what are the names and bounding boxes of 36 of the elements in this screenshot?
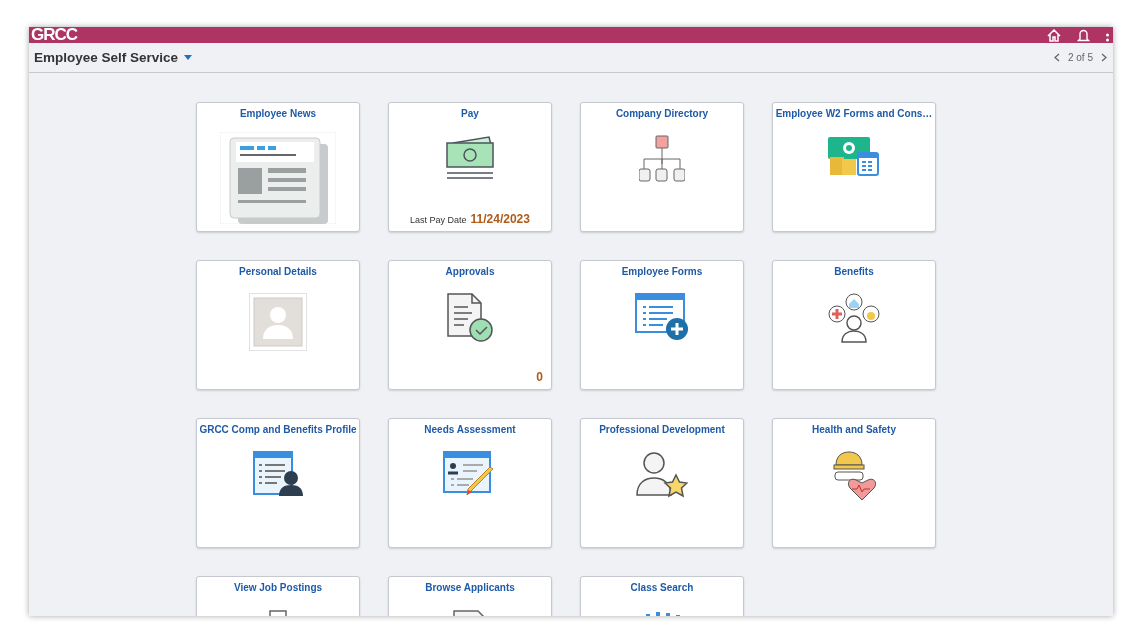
tile-title: Pay (461, 108, 479, 119)
last-pay-label: Last Pay Date (410, 215, 467, 225)
tile[interactable]: Needs Assessment (388, 418, 552, 548)
tile[interactable]: Professional Development (580, 418, 744, 548)
tile[interactable]: Employee News (196, 102, 360, 232)
tile-title: Company Directory (615, 108, 709, 119)
approval-count: 0 (536, 370, 543, 384)
tile[interactable]: Employee W2 Forms and Cons… (772, 102, 936, 232)
tile-title: Class Search (630, 582, 694, 593)
last-pay-date: 11/24/2023 (470, 212, 530, 226)
page-indicator: 2 of 5 (1067, 52, 1093, 63)
tile[interactable]: Benefits (772, 260, 936, 390)
tile-title: Browse Applicants (425, 582, 515, 593)
tile-title: Professional Development (599, 424, 725, 435)
tile-title: GRCC Comp and Benefits Profile (199, 424, 357, 435)
tile[interactable]: Class Search (580, 576, 744, 616)
tile-title: Personal Details (239, 266, 317, 277)
tile-title: Needs Assessment (424, 424, 516, 435)
tile-title: Employee W2 Forms and Cons… (775, 108, 933, 119)
tile-title: Benefits (834, 266, 874, 277)
tile[interactable]: Approvals 0 (388, 260, 552, 390)
tile-title: Approvals (445, 266, 495, 277)
tile[interactable]: Company Directory (580, 102, 744, 232)
tile[interactable]: GRCC Comp and Benefits Profile (196, 418, 360, 548)
tile-title: View Job Postings (233, 582, 323, 593)
tile[interactable]: Employee Forms (580, 260, 744, 390)
tile-title: Employee Forms (621, 266, 703, 277)
tile[interactable]: Pay Last Pay Date 11/24/2023 (388, 102, 552, 232)
tile[interactable]: Personal Details (196, 260, 360, 390)
tile[interactable]: Health and Safety (772, 418, 936, 548)
tile[interactable]: Browse Applicants (388, 576, 552, 616)
page-title-dropdown[interactable]: Employee Self Service (34, 50, 193, 65)
tile[interactable]: View Job Postings (196, 576, 360, 616)
tile-title: Employee News (239, 108, 317, 119)
tile-title: Health and Safety (812, 424, 896, 435)
logo[interactable]: GRCC (31, 27, 78, 43)
